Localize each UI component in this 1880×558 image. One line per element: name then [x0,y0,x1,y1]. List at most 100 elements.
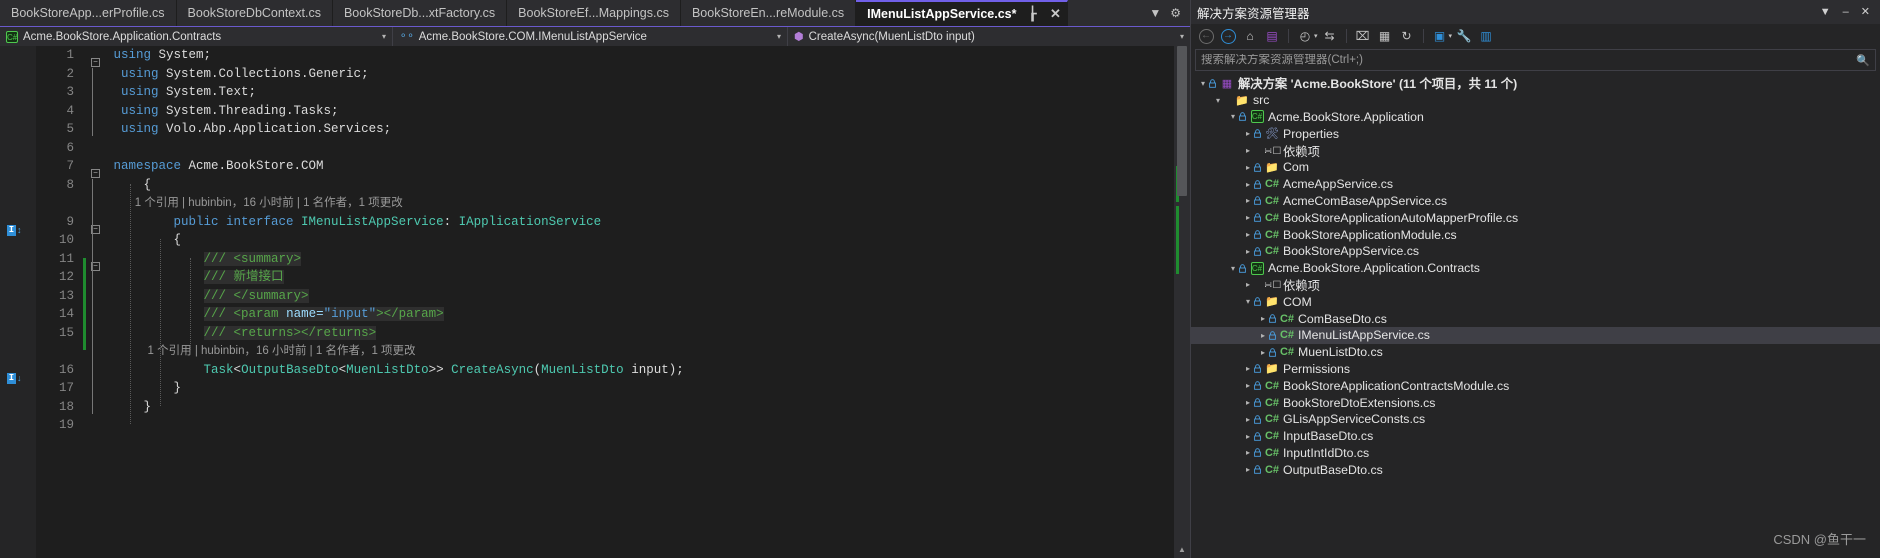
chevron-right-icon[interactable]: ▸ [1242,146,1254,155]
code-line[interactable]: /// <summary> [106,250,1174,269]
code-line[interactable]: } [106,379,1174,398]
code-line[interactable]: using System.Collections.Generic; [106,65,1174,84]
code-line[interactable]: { [106,231,1174,250]
chevron-down-icon[interactable]: ▾ [1227,112,1239,121]
chevron-right-icon[interactable]: ▸ [1242,213,1254,222]
chevron-right-icon[interactable]: ▸ [1242,129,1254,138]
solution-tree[interactable]: ▾ ▦ 解决方案 'Acme.BookStore' (11 个项目，共 11 个) ▾… [1191,73,1880,558]
glyph-margin[interactable]: I ↕ I ↓ [0,46,36,558]
tree-item[interactable]: ▾ C# Acme.BookStore.Application.Contracts [1191,260,1880,277]
chevron-right-icon[interactable]: ▸ [1242,230,1254,239]
tab-list-dropdown-icon[interactable]: ▼ [1149,6,1161,20]
chevron-right-icon[interactable]: ▸ [1242,196,1254,205]
code-text-area[interactable]: using System; using System.Collections.G… [104,46,1174,558]
back-icon[interactable]: ← [1196,26,1216,46]
chevron-right-icon[interactable]: ▸ [1257,314,1269,323]
chevron-down-icon[interactable]: ▾ [1242,297,1254,306]
chevron-right-icon[interactable]: ▸ [1242,432,1254,441]
tree-item[interactable]: ▸ C# InputIntIdDto.cs [1191,445,1880,462]
chevron-right-icon[interactable]: ▸ [1242,448,1254,457]
tree-item[interactable]: ▸ ∺☐ 依赖项 [1191,277,1880,294]
preview-icon[interactable]: ▥ [1476,26,1496,46]
panel-close-icon[interactable]: ✕ [1861,6,1870,18]
pending-changes-icon[interactable]: ▤ [1262,26,1282,46]
view-caret-icon[interactable]: ▾ [1449,32,1453,40]
tree-item[interactable]: ▸ C# InputBaseDto.cs [1191,428,1880,445]
code-line[interactable]: /// 新增接口 [106,268,1174,287]
tree-item[interactable]: ▸ C# AcmeAppService.cs [1191,176,1880,193]
code-line[interactable]: } [106,398,1174,417]
code-line[interactable]: /// <returns></returns> [106,324,1174,343]
tree-item[interactable]: ▸ C# BookStoreApplicationContractsModule.c… [1191,377,1880,394]
search-icon[interactable]: 🔍 [1856,54,1870,67]
editor-tab-4[interactable]: BookStoreEn...reModule.cs [680,0,857,26]
codelens-annotation[interactable]: 1 个引用 | hubinbin，16 小时前 | 1 名作者，1 项更改 [106,194,1174,213]
editor-tab-3[interactable]: BookStoreEf...Mappings.cs [507,0,681,26]
tree-item[interactable]: ▸ 📁 Permissions [1191,361,1880,378]
scroll-up-arrow-icon[interactable]: ▲ [1174,542,1190,558]
close-icon[interactable]: ✕ [1048,7,1062,21]
tree-item[interactable]: ▸ C# BookStoreApplicationModule.cs [1191,226,1880,243]
tree-item[interactable]: ▸ C# BookStoreApplicationAutoMapperProfile… [1191,209,1880,226]
gear-icon[interactable]: ⚙ [1170,6,1181,20]
editor-tab-2[interactable]: BookStoreDb...xtFactory.cs [332,0,508,26]
tree-item[interactable]: ▸ C# ComBaseDto.cs [1191,310,1880,327]
code-line[interactable]: /// </summary> [106,287,1174,306]
chevron-down-icon[interactable]: ▾ [767,32,781,41]
tree-item[interactable]: ▸ C# AcmeComBaseAppService.cs [1191,193,1880,210]
chevron-right-icon[interactable]: ▸ [1242,280,1254,289]
code-line[interactable]: Task<OutputBaseDto<MuenListDto>> CreateA… [106,361,1174,380]
chevron-right-icon[interactable]: ▸ [1257,331,1269,340]
tree-item[interactable]: ▸ C# GLisAppServiceConsts.cs [1191,411,1880,428]
scrollbar-thumb[interactable] [1177,46,1187,196]
tree-item[interactable]: ▸ 🛠 Properties [1191,125,1880,142]
refresh-icon[interactable]: ↻ [1397,26,1417,46]
collapse-all-icon[interactable]: ⌧ [1353,26,1373,46]
chevron-down-icon[interactable]: ▾ [1170,32,1184,41]
code-line[interactable] [106,139,1174,158]
chevron-down-icon[interactable]: ▾ [1197,79,1209,88]
editor-tab-1[interactable]: BookStoreDbContext.cs [176,0,333,26]
code-line[interactable] [106,416,1174,435]
fold-collapse-icon[interactable]: − [91,169,100,178]
chevron-right-icon[interactable]: ▸ [1242,398,1254,407]
codelens-annotation[interactable]: 1 个引用 | hubinbin，16 小时前 | 1 名作者，1 项更改 [106,342,1174,361]
history-caret-icon[interactable]: ▾ [1314,32,1318,40]
sync-icon[interactable]: ⇆ [1320,26,1340,46]
code-line[interactable]: /// <param name="input"></param> [106,305,1174,324]
search-input[interactable] [1201,54,1857,66]
navbar-project-dropdown[interactable]: C# Acme.BookStore.Application.Contracts … [0,27,392,46]
code-line[interactable]: using Volo.Abp.Application.Services; [106,120,1174,139]
chevron-right-icon[interactable]: ▸ [1242,247,1254,256]
chevron-down-icon[interactable]: ▾ [372,32,386,41]
tree-item[interactable]: ▸ 📁 Com [1191,159,1880,176]
chevron-right-icon[interactable]: ▸ [1242,415,1254,424]
chevron-right-icon[interactable]: ▸ [1242,364,1254,373]
chevron-down-icon[interactable]: ▾ [1227,264,1239,273]
code-line[interactable]: using System; [106,46,1174,65]
history-icon[interactable]: ◴ [1295,26,1315,46]
chevron-right-icon[interactable]: ▸ [1257,348,1269,357]
tree-item[interactable]: ▸ C# BookStoreAppService.cs [1191,243,1880,260]
chevron-right-icon[interactable]: ▸ [1242,465,1254,474]
tree-item[interactable]: ▾ C# Acme.BookStore.Application [1191,109,1880,126]
panel-minimize-icon[interactable]: – [1843,6,1849,18]
code-line[interactable]: using System.Text; [106,83,1174,102]
outlining-margin[interactable]: − − − − [88,46,104,558]
code-line[interactable]: namespace Acme.BookStore.COM [106,157,1174,176]
chevron-right-icon[interactable]: ▸ [1242,163,1254,172]
code-line[interactable]: public interface IMenuListAppService: IA… [106,213,1174,232]
tree-item[interactable]: ▸ C# MuenListDto.cs [1191,344,1880,361]
panel-dropdown-icon[interactable]: ▼ [1820,6,1831,18]
solution-explorer-search[interactable]: 🔍 [1195,49,1876,71]
code-editor[interactable]: I ↕ I ↓ 1 2 3 4 5 6 7 8 9 10 11 12 13 14 15 16 17 18 19 − − − − … [0,46,1190,558]
chevron-down-icon[interactable]: ▾ [1212,96,1224,105]
tree-item-selected[interactable]: ▸ C# IMenuListAppService.cs [1191,326,1880,344]
tree-item[interactable]: ▾ 📁 COM [1191,293,1880,310]
chevron-right-icon[interactable]: ▸ [1242,180,1254,189]
pin-icon[interactable]: ┟ [1025,7,1039,21]
tree-item[interactable]: ▸ ∺☐ 依赖项 [1191,142,1880,159]
tree-item[interactable]: ▸ C# OutputBaseDto.cs [1191,461,1880,478]
codelens-glyph-marker[interactable]: I ↓ [7,372,23,385]
navbar-member-dropdown[interactable]: ⬢ CreateAsync(MuenListDto input) ▾ [787,27,1190,46]
